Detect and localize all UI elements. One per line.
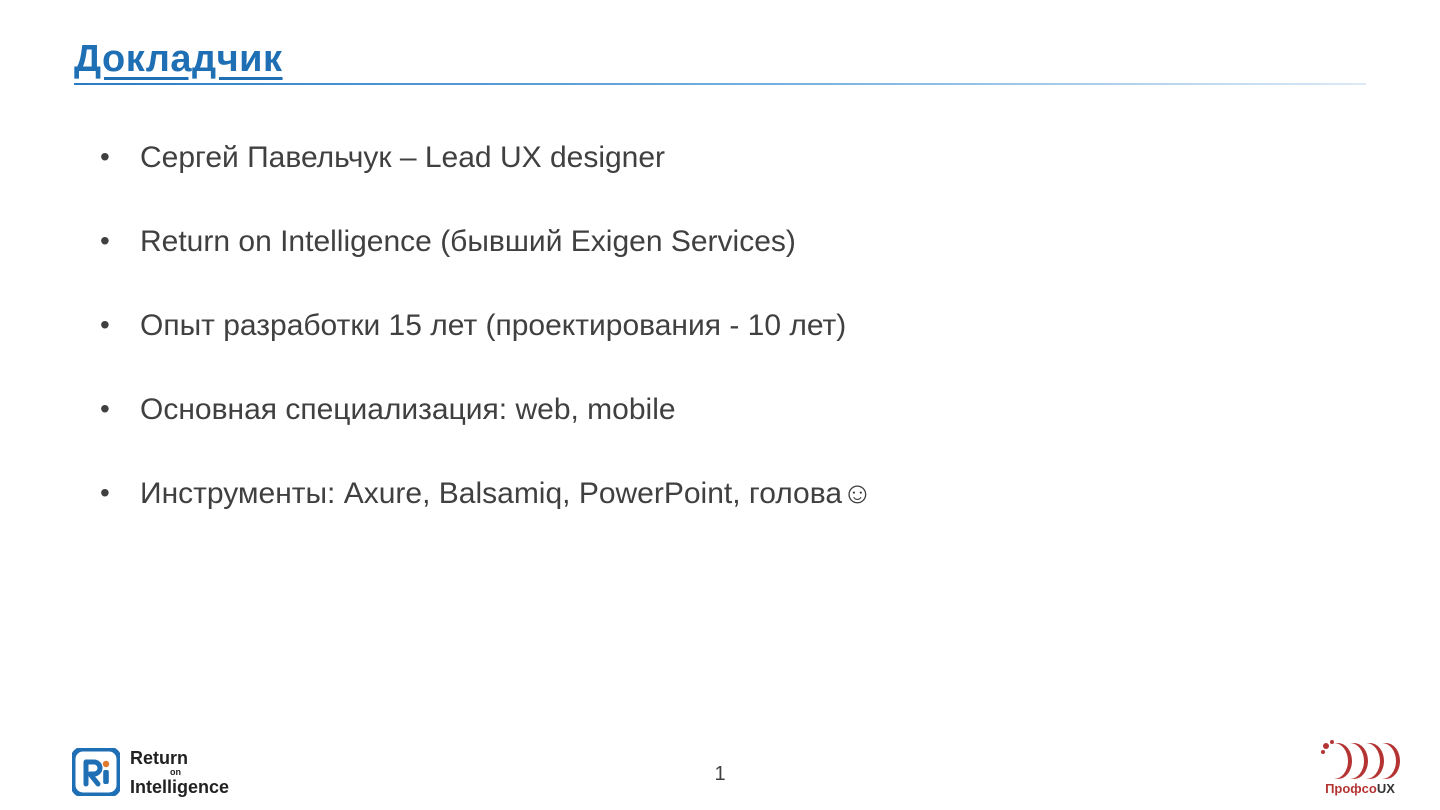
list-item: • Сергей Павельчук – Lead UX designer xyxy=(100,140,1366,176)
bullet-text: Сергей Павельчук – Lead UX designer xyxy=(140,140,665,176)
list-item: • Основная специализация: web, mobile xyxy=(100,392,1366,428)
profsoux-logo: ПрофсоUX xyxy=(1320,737,1400,796)
bullet-text: Инструменты: Axure, Balsamiq, PowerPoint… xyxy=(140,476,873,512)
slide-title: Докладчик xyxy=(74,38,1366,81)
profsoux-logo-text: ПрофсоUX xyxy=(1325,781,1395,796)
bullet-icon: • xyxy=(100,476,140,510)
list-item: • Инструменты: Axure, Balsamiq, PowerPoi… xyxy=(100,476,1366,512)
bullet-text: Return on Intelligence (бывший Exigen Se… xyxy=(140,224,796,260)
bullet-icon: • xyxy=(100,308,140,342)
list-item: • Опыт разработки 15 лет (проектирования… xyxy=(100,308,1366,344)
ri-logo-line1: Return xyxy=(130,749,229,767)
profsoux-suffix: UX xyxy=(1377,781,1395,796)
return-on-intelligence-logo: Return on Intelligence xyxy=(72,748,229,796)
bullet-text: Основная специализация: web, mobile xyxy=(140,392,676,428)
bullet-text: Опыт разработки 15 лет (проектирования -… xyxy=(140,308,846,344)
profsoux-logo-icon xyxy=(1320,737,1400,779)
profsoux-name: Профсо xyxy=(1325,781,1377,796)
ri-logo-line2: on xyxy=(170,768,229,777)
bullet-icon: • xyxy=(100,224,140,258)
bullet-icon: • xyxy=(100,392,140,426)
bullet-list: • Сергей Павельчук – Lead UX designer • … xyxy=(0,85,1440,512)
bullet-icon: • xyxy=(100,140,140,174)
list-item: • Return on Intelligence (бывший Exigen … xyxy=(100,224,1366,260)
ri-logo-text: Return on Intelligence xyxy=(130,749,229,796)
ri-logo-icon xyxy=(72,748,120,796)
ri-logo-line3: Intelligence xyxy=(130,778,229,796)
slide-footer: Return on Intelligence ПрофсоUX xyxy=(0,732,1440,796)
